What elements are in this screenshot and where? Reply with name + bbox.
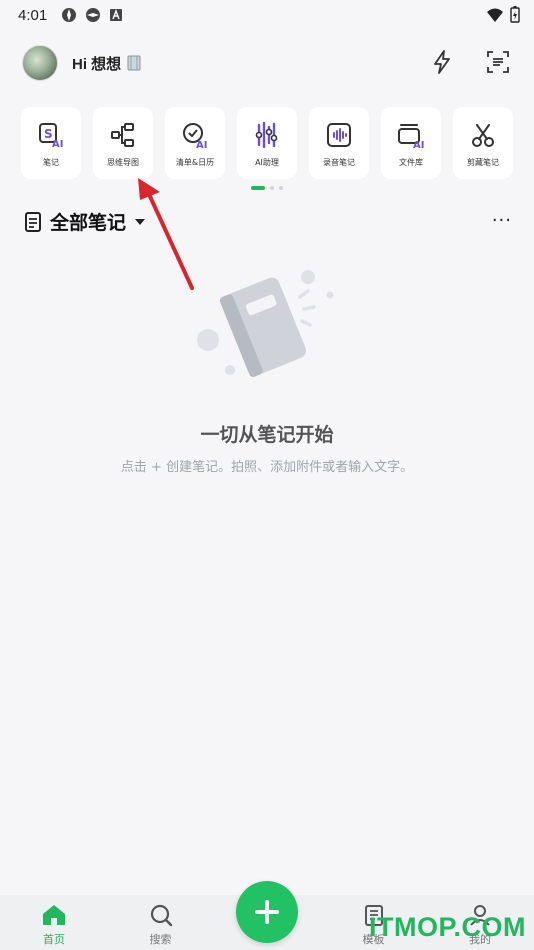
empty-state-title: 一切从笔记开始 [200, 424, 334, 446]
vip-badge-icon[interactable] [127, 55, 141, 71]
home-icon [43, 905, 65, 925]
empty-state-subtitle: 点击 + 创建笔记。拍照、添加附件或者输入文字。 [120, 460, 414, 475]
app-notification-icon [86, 8, 101, 22]
create-note-button[interactable] [236, 881, 298, 943]
greeting-text: Hi 想想 [72, 55, 122, 73]
pager-dot[interactable] [279, 186, 283, 190]
nav-home[interactable]: 首页 [18, 895, 90, 950]
scan-button[interactable] [484, 48, 512, 76]
scissors-icon [472, 124, 494, 147]
plus-icon [255, 900, 279, 924]
tool-label: 清单&日历 [175, 158, 215, 167]
flash-button[interactable] [428, 48, 456, 76]
empty-notebook-illustration [197, 270, 334, 377]
tools-pager [0, 186, 534, 190]
more-options-button[interactable]: ··· [492, 210, 512, 231]
ai-assistant-icon [255, 121, 278, 149]
tool-ai-assistant[interactable]: AI助理 [237, 107, 297, 179]
notes-filter-label: 全部笔记 [50, 212, 127, 234]
tool-label: 录音笔记 [323, 158, 355, 167]
mindmap-icon [111, 123, 134, 147]
svg-text:AI: AI [413, 140, 424, 149]
file-library-icon: AI [398, 124, 424, 149]
notes-filter[interactable]: 全部笔记 [24, 208, 146, 235]
tool-checklist-calendar[interactable]: AI 清单&日历 [165, 107, 225, 179]
lightning-icon [434, 50, 450, 74]
status-bar: 4:01 [0, 0, 534, 30]
scan-icon [487, 51, 509, 73]
site-watermark: ITMOP.COM [368, 912, 526, 942]
wifi-icon [487, 8, 503, 22]
font-notification-icon [110, 9, 123, 21]
notebook-icon [25, 211, 41, 232]
avatar[interactable] [22, 45, 58, 81]
tool-ai-note[interactable]: S AI 笔记 [21, 107, 81, 179]
status-time: 4:01 [18, 6, 48, 24]
search-icon [150, 904, 172, 927]
ai-note-icon: SAI [39, 123, 63, 149]
tool-voice-note[interactable]: 录音笔记 [309, 107, 369, 179]
tool-clip-note[interactable]: 剪藏笔记 [453, 107, 513, 179]
profile-header: Hi 想想 [0, 40, 534, 86]
tool-file-library[interactable]: AI 文件库 [381, 107, 441, 179]
app-notification-icon [62, 8, 77, 22]
svg-text:AI: AI [52, 139, 63, 149]
nav-home-label: 首页 [43, 933, 65, 946]
svg-text:AI: AI [196, 140, 207, 149]
nav-search-label: 搜索 [149, 933, 172, 946]
pager-dot[interactable] [270, 186, 274, 190]
tool-label: 笔记 [43, 158, 59, 167]
tool-label: 思维导图 [107, 158, 139, 167]
nav-search[interactable]: 搜索 [125, 895, 197, 950]
pager-dot-active[interactable] [251, 186, 265, 190]
voice-record-icon [327, 123, 351, 147]
checklist-ai-icon: AI [183, 123, 207, 149]
battery-icon [510, 6, 520, 23]
tool-label: AI助理 [255, 158, 279, 167]
tool-label: 文件库 [399, 158, 423, 167]
tool-label: 剪藏笔记 [467, 158, 499, 167]
quick-tools: S AI 笔记 思维导图 AI 清单&日历 AI助理 录音笔记 AI 文件库 剪… [21, 107, 515, 179]
tool-mindmap[interactable]: 思维导图 [93, 107, 153, 179]
